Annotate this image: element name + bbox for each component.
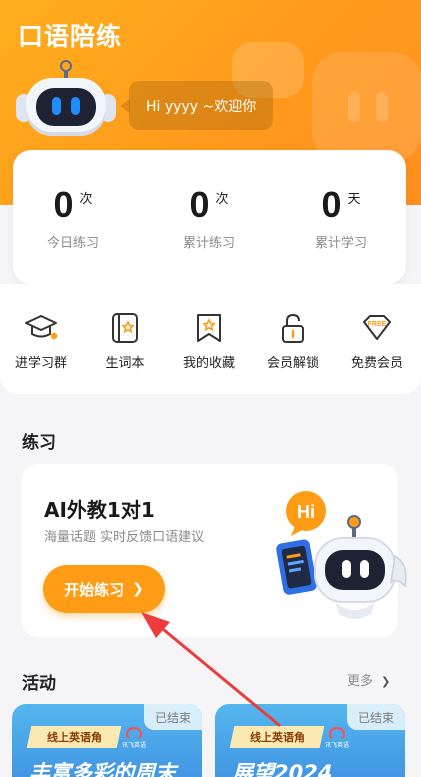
hi-bubble-text: Hi [297,502,315,522]
brand-logo-icon [329,727,345,741]
stat-label: 累计练习 [182,236,235,251]
greeting-bubble: Hi yyyy ~欢迎你 [119,81,274,130]
menu-item-free-vip[interactable]: FREE 免费会员 [337,312,417,371]
brand-logo-text: 讯飞英语 [122,742,147,749]
activity-chip: 线上英语角 [26,726,122,748]
status-badge: 已结束 [144,704,202,730]
stat-unit: 次 [215,192,229,207]
more-link[interactable]: 更多 ❯ [347,670,390,689]
stat-unit: 天 [347,192,361,207]
section-title-activity: 活动 [22,674,56,694]
start-practice-button[interactable]: 开始练习 ❯ [43,565,165,613]
activity-chip: 线上英语角 [229,726,325,748]
stat-total-study: 0天 累计学习 [281,184,401,251]
stat-value: 0 [53,184,74,225]
activity-chip-label: 线上英语角 [249,731,305,744]
stat-total-practice: 0次 累计练习 [149,184,269,251]
menu-item-label: 免费会员 [350,356,403,371]
chevron-right-icon: ❯ [132,581,144,597]
ai-tutor-card[interactable]: AI外教1对1 海量话题 实时反馈口语建议 开始练习 ❯ Hi [22,464,407,637]
robot-mascot-icon [16,60,116,140]
more-label: 更多 [347,674,374,689]
stat-label: 今日练习 [46,236,99,251]
quick-menu: 进学习群 生词本 我的收藏 会员解锁 FREE 免费会员 [0,284,421,394]
free-diamond-icon: FREE [363,315,391,340]
brand-logo-icon [126,727,142,741]
menu-item-label: 我的收藏 [182,356,235,371]
start-practice-label: 开始练习 [64,580,125,599]
decor-eye-left [348,92,360,122]
menu-item-label: 生词本 [105,356,145,371]
menu-item-study-group[interactable]: 进学习群 [1,312,81,371]
decor-robot-shape [312,52,421,162]
free-badge-text: FREE [368,321,387,328]
section-title-practice: 练习 [22,433,56,453]
unlock-icon [282,313,304,343]
card-subtitle: 海量话题 实时反馈口语建议 [44,530,205,545]
activity-title: 展望2024 [232,761,333,777]
stat-today-practice: 0次 今日练习 [13,184,133,251]
stats-card: 0次 今日练习 0次 累计练习 0天 累计学习 [13,150,406,284]
favorites-star-icon [197,314,221,342]
menu-item-label: 会员解锁 [266,356,319,371]
stat-label: 累计学习 [314,236,367,251]
graduation-cap-icon [25,315,58,340]
vocabulary-book-icon [112,313,138,343]
menu-item-unlock[interactable]: 会员解锁 [253,312,333,371]
activity-title: 丰富多彩的周末 [29,761,176,777]
brand-logo-text: 讯飞英语 [325,742,350,749]
menu-item-favorites[interactable]: 我的收藏 [169,312,249,371]
menu-item-vocabulary[interactable]: 生词本 [85,312,165,371]
card-title: AI外教1对1 [44,498,155,522]
robot-tutor-icon: Hi [276,491,407,619]
menu-item-label: 进学习群 [14,356,67,371]
status-badge: 已结束 [347,704,405,730]
decor-eye-right [376,92,388,122]
page-title: 口语陪练 [18,22,123,51]
activity-card[interactable]: 已结束 线上英语角 讯飞英语 展望2024 [215,704,405,777]
activity-card[interactable]: 已结束 线上英语角 讯飞英语 丰富多彩的周末 [12,704,202,777]
stat-value: 0 [189,184,210,225]
stat-value: 0 [321,184,342,225]
chevron-right-icon: ❯ [381,675,391,688]
stat-unit: 次 [79,192,93,207]
activity-chip-label: 线上英语角 [46,731,102,744]
